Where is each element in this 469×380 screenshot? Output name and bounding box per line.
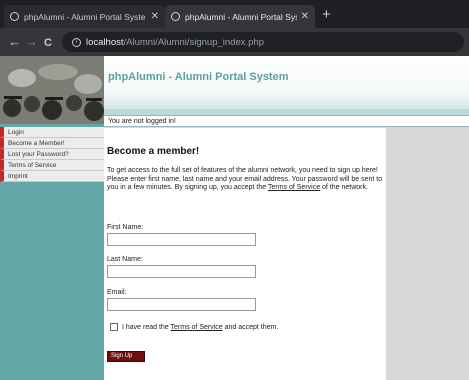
- header-divider: [104, 109, 469, 116]
- content-divider: [104, 127, 386, 128]
- sidebar-item-label: Imprint: [8, 173, 28, 180]
- info-icon[interactable]: i: [72, 37, 81, 47]
- last-name-input[interactable]: [107, 265, 256, 278]
- email-input[interactable]: [107, 298, 256, 311]
- accept-terms-text: I have read the: [122, 324, 171, 331]
- sidebar-item-label: Login: [8, 129, 24, 136]
- new-tab-button[interactable]: +: [322, 6, 331, 24]
- tab-title: phpAlumni - Alumni Portal Syste: [24, 11, 146, 22]
- sidebar-item-label: Lost your Password?: [8, 151, 69, 158]
- page-heading: Become a member!: [107, 146, 200, 157]
- accept-terms-link[interactable]: Terms of Service: [171, 324, 223, 331]
- site-title: phpAlumni - Alumni Portal System: [108, 71, 289, 83]
- first-name-label: First Name:: [107, 224, 144, 231]
- login-status-text: You are not logged in!: [108, 118, 176, 125]
- browser-tab-bar: phpAlumni - Alumni Portal Syste ✕ phpAlu…: [0, 0, 469, 28]
- globe-icon: [171, 12, 180, 21]
- tab-title: phpAlumni - Alumni Portal Syste: [185, 11, 297, 22]
- intro-paragraph: To get access to the full set of feature…: [107, 167, 383, 193]
- browser-nav-bar: ← → C i localhost/Alumni/Alumni/signup_i…: [0, 28, 469, 56]
- globe-icon: [10, 12, 19, 21]
- sidebar-item-lost-password[interactable]: Lost your Password?: [0, 149, 104, 160]
- reload-icon[interactable]: C: [44, 35, 52, 51]
- accept-terms-text-end: and accept them.: [222, 324, 279, 331]
- header-graduation-photo: [0, 56, 104, 124]
- accept-terms-checkbox[interactable]: [110, 323, 118, 331]
- sidebar-item-login[interactable]: Login: [0, 127, 104, 138]
- terms-of-service-link[interactable]: Terms of Service: [268, 184, 320, 191]
- url-host: localhost: [86, 36, 124, 48]
- address-bar[interactable]: i localhost/Alumni/Alumni/signup_index.p…: [62, 32, 464, 52]
- url-path: /Alumni/Alumni/signup_index.php: [123, 36, 264, 48]
- sidebar-item-label: Terms of Service: [8, 162, 57, 169]
- forward-arrow-icon[interactable]: →: [25, 34, 38, 50]
- right-column: [386, 127, 469, 380]
- accept-terms-label: I have read the Terms of Service and acc…: [122, 323, 278, 332]
- email-label: Email:: [107, 289, 127, 296]
- sidebar-item-label: Become a Member!: [8, 140, 65, 147]
- intro-text-end: of the network.: [320, 184, 368, 192]
- sidebar-item-become-member[interactable]: Become a Member!: [0, 138, 104, 149]
- sign-up-button[interactable]: Sign Up: [107, 351, 145, 362]
- first-name-input[interactable]: [107, 233, 256, 246]
- browser-tab-2[interactable]: phpAlumni - Alumni Portal Syste ✕: [165, 5, 315, 28]
- close-icon[interactable]: ✕: [301, 11, 309, 22]
- back-arrow-icon[interactable]: ←: [8, 34, 21, 50]
- close-icon[interactable]: ✕: [151, 11, 159, 22]
- browser-tab-1[interactable]: phpAlumni - Alumni Portal Syste ✕: [4, 5, 165, 28]
- last-name-label: Last Name:: [107, 256, 143, 263]
- sidebar-item-imprint[interactable]: Imprint: [0, 171, 104, 182]
- sidebar-item-terms[interactable]: Terms of Service: [0, 160, 104, 171]
